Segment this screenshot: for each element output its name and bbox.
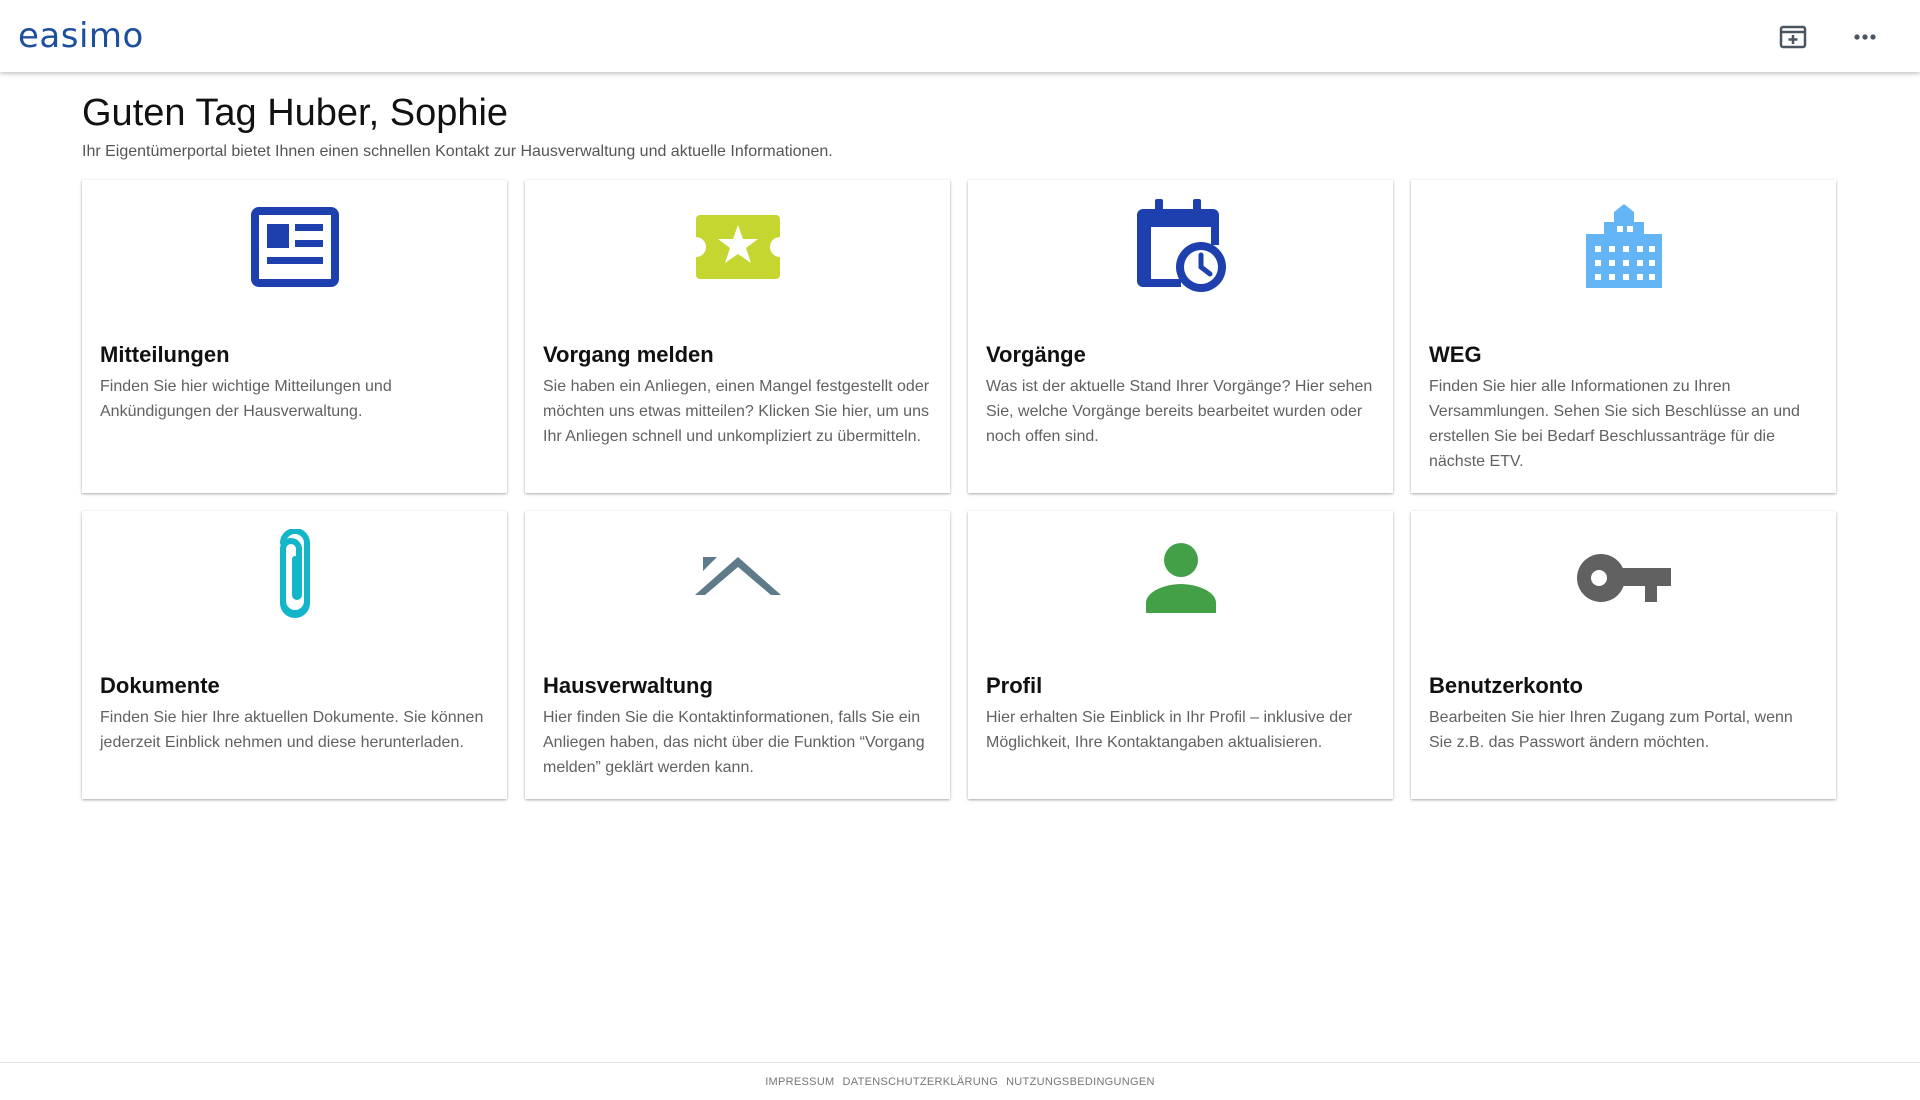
- page-title: Guten Tag Huber, Sophie: [82, 92, 509, 134]
- key-icon: [1411, 533, 1836, 623]
- card-description: Hier erhalten Sie Einblick in Ihr Profil…: [986, 709, 1353, 751]
- card-description: Finden Sie hier alle Informationen zu Ih…: [1429, 378, 1800, 470]
- star-ticket-icon: [525, 202, 950, 292]
- newspaper-icon: [82, 202, 507, 292]
- card-vorgang-melden[interactable]: Vorgang melden Sie haben ein Anliegen, e…: [525, 180, 950, 493]
- welcome-section: Guten Tag Huber, Sophie Ihr Eigentümerpo…: [82, 92, 1838, 161]
- page-subtitle: Ihr Eigentümerportal bietet Ihnen einen …: [82, 143, 833, 160]
- footer-link-impressum[interactable]: IMPRESSUM: [765, 1076, 834, 1088]
- card-title: Dokumente: [100, 673, 220, 698]
- calendar-clock-icon: [968, 199, 1393, 292]
- paperclip-icon: [82, 529, 507, 623]
- app-logo[interactable]: easimo: [18, 16, 144, 56]
- card-weg[interactable]: WEG Finden Sie hier alle Informationen z…: [1411, 180, 1836, 493]
- top-actions: [1774, 18, 1884, 56]
- footer-link-nutzungsbedingungen[interactable]: NUTZUNGSBEDINGUNGEN: [1006, 1076, 1155, 1088]
- card-profil[interactable]: Profil Hier erhalten Sie Einblick in Ihr…: [968, 511, 1393, 799]
- card-vorgaenge[interactable]: Vorgänge Was ist der aktuelle Stand Ihre…: [968, 180, 1393, 493]
- card-title: Vorgang melden: [543, 342, 714, 367]
- card-title: Benutzerkonto: [1429, 673, 1583, 698]
- card-description: Finden Sie hier wichtige Mitteilungen un…: [100, 378, 392, 420]
- card-description: Bearbeiten Sie hier Ihren Zugang zum Por…: [1429, 709, 1793, 751]
- card-description: Was ist der aktuelle Stand Ihrer Vorgäng…: [986, 378, 1373, 445]
- card-dokumente[interactable]: Dokumente Finden Sie hier Ihre aktuellen…: [82, 511, 507, 799]
- top-app-bar: easimo: [0, 0, 1920, 72]
- add-window-icon[interactable]: [1774, 18, 1812, 56]
- card-title: Profil: [986, 673, 1043, 698]
- card-title: Vorgänge: [986, 342, 1086, 367]
- card-description: Finden Sie hier Ihre aktuellen Dokumente…: [100, 709, 484, 751]
- footer-link-datenschutz[interactable]: DATENSCHUTZERKLÄRUNG: [843, 1076, 999, 1088]
- card-description: Sie haben ein Anliegen, einen Mangel fes…: [543, 378, 930, 445]
- card-title: Mitteilungen: [100, 342, 230, 367]
- more-horizontal-icon[interactable]: [1846, 18, 1884, 56]
- card-title: Hausverwaltung: [543, 673, 713, 698]
- roof-icon: [525, 533, 950, 623]
- card-mitteilungen[interactable]: Mitteilungen Finden Sie hier wichtige Mi…: [82, 180, 507, 493]
- tile-grid: Mitteilungen Finden Sie hier wichtige Mi…: [82, 180, 1836, 824]
- building-icon: [1411, 202, 1836, 292]
- card-title: WEG: [1429, 342, 1482, 367]
- card-benutzerkonto[interactable]: Benutzerkonto Bearbeiten Sie hier Ihren …: [1411, 511, 1836, 799]
- card-hausverwaltung[interactable]: Hausverwaltung Hier finden Sie die Konta…: [525, 511, 950, 799]
- card-description: Hier finden Sie die Kontaktinformationen…: [543, 709, 925, 776]
- footer: IMPRESSUM DATENSCHUTZERKLÄRUNG NUTZUNGSB…: [0, 1062, 1920, 1100]
- person-icon: [968, 533, 1393, 623]
